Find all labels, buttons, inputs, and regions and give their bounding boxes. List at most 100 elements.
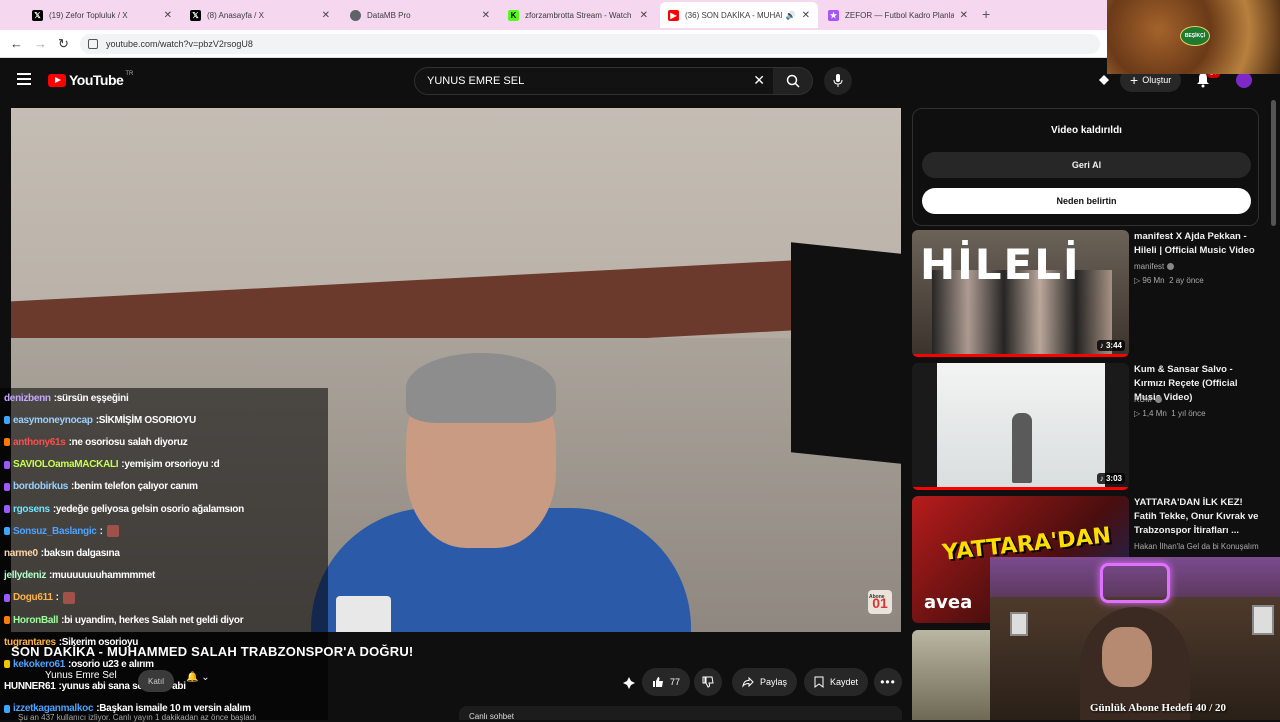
chat-username[interactable]: SAVIOLOamaMACKALI	[13, 459, 119, 470]
search-icon	[786, 74, 800, 88]
share-button[interactable]: Paylaş	[732, 668, 798, 696]
close-icon[interactable]: ✕	[164, 10, 172, 21]
search-input[interactable]: YUNUS EMRE SEL ✕	[414, 67, 774, 95]
tab-title: zforzambrotta Stream - Watch	[525, 10, 632, 20]
chat-emote-icon	[62, 591, 75, 604]
search-button[interactable]	[773, 67, 813, 95]
recommendation-title[interactable]: YATTARA'DAN İLK KEZ! Fatih Tekke, Onur K…	[1134, 496, 1262, 538]
more-actions-button[interactable]: •••	[874, 668, 902, 696]
chat-message: SAVIOLOamaMACKALI: yemişim orsorioyu :d	[4, 456, 220, 474]
close-icon[interactable]: ✕	[960, 10, 968, 21]
recommendation-meta: ▷ 96 Mn 2 ay önce	[1134, 276, 1204, 285]
chat-badge-icon	[4, 505, 10, 513]
avatar[interactable]	[1236, 72, 1252, 88]
country-code: TR	[125, 71, 134, 77]
chat-username[interactable]: HoronBall	[13, 615, 58, 626]
close-icon[interactable]: ✕	[322, 10, 330, 21]
chat-badge-icon	[4, 482, 10, 491]
tab-zefor-kadro[interactable]: ★ ZEFOR — Futbol Kadro Planlam ✕	[820, 2, 976, 28]
tab-title: ZEFOR — Futbol Kadro Planlam	[845, 10, 954, 20]
new-tab-button[interactable]: +	[982, 6, 990, 22]
tab-anasayfa[interactable]: 𝕏 (8) Anasayfa / X ✕	[182, 2, 338, 28]
tab-kick-stream[interactable]: K zforzambrotta Stream - Watch ✕	[500, 2, 656, 28]
create-label: Oluştur	[1142, 75, 1172, 85]
dislike-button[interactable]	[694, 668, 722, 696]
chat-username[interactable]: narme0	[4, 548, 38, 559]
subscribe-bell-icon[interactable]: 🔔 ⌄	[186, 672, 210, 683]
recommendation-channel[interactable]: Hakan İlhan'la Gel da bi Konuşalım	[1134, 542, 1259, 551]
video-frame-person-hair	[406, 353, 556, 423]
watched-progress-bar	[912, 487, 1129, 490]
sponsor-logo-text: BEŞİKÇİ	[1184, 33, 1206, 39]
chat-separator: :	[99, 525, 103, 537]
site-info-icon[interactable]	[88, 39, 98, 49]
channel-name[interactable]: Yunus Emre Sel	[45, 670, 117, 681]
chat-username[interactable]: easymoneynocap	[13, 415, 93, 426]
recommendation-title[interactable]: manifest X Ajda Pekkan - Hileli | Offici…	[1134, 230, 1262, 258]
chat-message: anthony61s: ne osoriosu salah diyoruz	[4, 433, 188, 451]
recommendation-item[interactable]: ♪ 3:03 Kum & Sansar Salvo - Kırmızı Reçe…	[912, 363, 1272, 491]
tab-title: (8) Anasayfa / X	[207, 10, 264, 20]
chat-username[interactable]: rgosens	[13, 504, 50, 515]
menu-icon[interactable]	[17, 73, 31, 88]
voice-search-button[interactable]	[824, 67, 852, 95]
chat-badge-icon	[4, 704, 10, 713]
chat-username[interactable]: Sonsuz_Baslangic	[13, 526, 97, 537]
viewer-status-text: Şu an 437 kullanıcı izliyor. Canlı yayın…	[18, 713, 257, 722]
chat-badge-icon	[4, 527, 10, 536]
join-button[interactable]: Katıl	[138, 670, 174, 692]
close-icon[interactable]: ✕	[802, 10, 810, 21]
clear-search-icon[interactable]: ✕	[753, 72, 765, 89]
recommendation-thumbnail[interactable]: ♪ 3:03	[912, 363, 1129, 490]
undo-button[interactable]: Geri Al	[922, 152, 1251, 178]
duration-badge: ♪ 3:44	[1096, 340, 1125, 351]
chat-message: rgosens: yedeğe geliyosa gelsin osorio a…	[4, 500, 244, 518]
reload-icon[interactable]: ↻	[58, 36, 69, 52]
recommendation-channel[interactable]: KUM	[1134, 395, 1162, 404]
back-icon[interactable]: ←	[10, 36, 23, 51]
url-text: youtube.com/watch?v=pbzV2rsogU8	[106, 39, 253, 49]
tell-why-button[interactable]: Neden belirtin	[922, 188, 1251, 214]
x-icon: 𝕏	[190, 9, 201, 21]
chat-badge-icon	[4, 460, 10, 469]
chat-username[interactable]: anthony61s	[13, 437, 66, 448]
duration-text: 3:44	[1105, 341, 1122, 350]
channel-watermark[interactable]: Abone 01	[868, 590, 892, 614]
tab-datamb[interactable]: DataMB Pro ✕	[342, 2, 498, 28]
globe-icon	[350, 9, 361, 21]
share-label: Paylaş	[760, 677, 788, 687]
tab-title: DataMB Pro	[367, 10, 411, 20]
chat-text: SİKMİŞİM OSORIOYU	[98, 414, 196, 426]
recommendation-channel[interactable]: manifest	[1134, 262, 1175, 271]
chat-username[interactable]: denizbenn	[4, 393, 51, 404]
chat-username[interactable]: jellydeniz	[4, 570, 46, 581]
chat-message: bordobirkus: benim telefon çalıyor canım	[4, 478, 198, 496]
verified-icon	[1167, 263, 1175, 271]
close-icon[interactable]: ✕	[482, 10, 490, 21]
forward-icon[interactable]: →	[34, 36, 47, 51]
chat-message: jellydeniz: muuuuuuuhammmmet	[4, 567, 155, 585]
chat-text: benim telefon çalıyor canım	[74, 481, 198, 493]
tab-zefor-topluluk[interactable]: 𝕏 (19) Zefor Topluluk / X ✕	[24, 2, 180, 28]
live-chat-panel-header[interactable]: Canlı sohbet	[459, 706, 902, 721]
chat-username[interactable]: Dogu611	[13, 592, 53, 603]
search-value: YUNUS EMRE SEL	[427, 75, 525, 87]
like-button[interactable]: 77	[642, 668, 691, 696]
speaker-icon[interactable]: 🔊	[786, 11, 796, 20]
recommendation-thumbnail-partial[interactable]	[912, 630, 990, 720]
youtube-play-icon	[48, 73, 66, 87]
bookmark-icon	[814, 676, 824, 688]
close-icon[interactable]: ✕	[640, 10, 648, 21]
ask-ai-icon[interactable]	[622, 676, 636, 690]
studio-tools-icon[interactable]	[1097, 73, 1111, 87]
recommendation-item[interactable]: HİLELİ ♪ 3:44 manifest X Ajda Pekkan - H…	[912, 230, 1272, 358]
save-button[interactable]: Kaydet	[804, 668, 869, 696]
url-field[interactable]: youtube.com/watch?v=pbzV2rsogU8	[80, 34, 1100, 54]
chat-text: muuuuuuuhammmmet	[52, 570, 156, 582]
youtube-logo[interactable]: YouTube TR	[48, 71, 134, 88]
duration-badge: ♪ 3:03	[1096, 473, 1125, 484]
sidebar-scrollbar[interactable]	[1271, 100, 1276, 226]
recommendation-thumbnail[interactable]: HİLELİ ♪ 3:44	[912, 230, 1129, 357]
chat-username[interactable]: bordobirkus	[13, 481, 68, 492]
tab-youtube-active[interactable]: ▶ (36) SON DAKİKA - MUHAMM 🔊 ✕	[660, 2, 818, 28]
